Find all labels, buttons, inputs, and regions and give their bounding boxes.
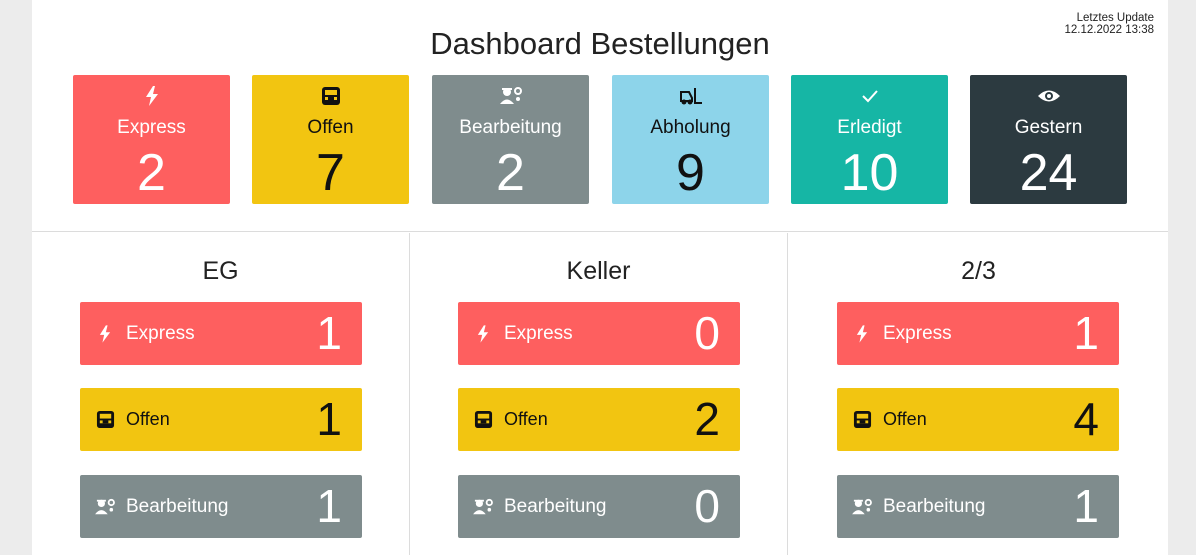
- row-count: 1: [1073, 480, 1099, 532]
- tile-label: Offen: [307, 117, 354, 138]
- tile-count: 2: [137, 144, 166, 202]
- row-offen[interactable]: Offen 4: [837, 388, 1119, 451]
- tile-offen[interactable]: Offen 7: [252, 75, 409, 204]
- row-label: Express: [126, 322, 195, 344]
- row-count: 2: [694, 393, 720, 445]
- summary-panel: Dashboard Bestellungen Letztes Update 12…: [32, 0, 1168, 232]
- bolt-icon: [73, 86, 230, 108]
- row-bearbeitung[interactable]: Bearbeitung 1: [80, 475, 362, 538]
- tile-label: Erledigt: [837, 117, 902, 138]
- location-title: Keller: [566, 257, 631, 285]
- workers-icon: [851, 496, 873, 518]
- tile-count: 2: [496, 144, 525, 202]
- row-offen[interactable]: Offen 1: [80, 388, 362, 451]
- row-count: 0: [694, 307, 720, 359]
- last-update-time: 12.12.2022 13:38: [1064, 24, 1154, 36]
- bolt-icon: [851, 323, 873, 345]
- location-2-3: 2/3 Express 1 Offen 4 Bearbeitung 1: [789, 233, 1168, 555]
- tile-label: Bearbeitung: [459, 117, 562, 138]
- tile-count: 9: [676, 144, 705, 202]
- tile-abholung[interactable]: Abholung 9: [612, 75, 769, 204]
- row-count: 1: [316, 480, 342, 532]
- tile-erledigt[interactable]: Erledigt 10: [791, 75, 948, 204]
- bolt-icon: [472, 323, 494, 345]
- last-update-label: Letztes Update: [1076, 12, 1154, 24]
- inbox-icon: [252, 86, 409, 108]
- row-offen[interactable]: Offen 2: [458, 388, 740, 451]
- workers-icon: [94, 496, 116, 518]
- check-icon: [791, 86, 948, 108]
- row-express[interactable]: Express 1: [80, 302, 362, 365]
- row-bearbeitung[interactable]: Bearbeitung 1: [837, 475, 1119, 538]
- inbox-icon: [94, 409, 116, 431]
- tile-label: Abholung: [650, 117, 731, 138]
- location-title: EG: [202, 257, 239, 285]
- row-label: Offen: [126, 409, 170, 429]
- tile-gestern[interactable]: Gestern 24: [970, 75, 1127, 204]
- workers-icon: [432, 86, 589, 108]
- tile-express[interactable]: Express 2: [73, 75, 230, 204]
- location-keller: Keller Express 0 Offen 2 Bearbeitung 0: [410, 233, 788, 555]
- row-label: Bearbeitung: [883, 495, 986, 517]
- inbox-icon: [851, 409, 873, 431]
- location-eg: EG Express 1 Offen 1 Bearbeitung 1: [32, 233, 410, 555]
- row-bearbeitung[interactable]: Bearbeitung 0: [458, 475, 740, 538]
- tile-bearbeitung[interactable]: Bearbeitung 2: [432, 75, 589, 204]
- row-count: 0: [694, 480, 720, 532]
- row-express[interactable]: Express 1: [837, 302, 1119, 365]
- row-label: Offen: [504, 409, 548, 429]
- row-label: Offen: [883, 409, 927, 429]
- row-count: 1: [316, 307, 342, 359]
- tile-count: 24: [1019, 144, 1078, 202]
- tile-label: Gestern: [1014, 117, 1083, 138]
- eye-icon: [970, 86, 1127, 108]
- tile-label: Express: [117, 117, 186, 138]
- last-update: Letztes Update 12.12.2022 13:38: [1064, 12, 1154, 36]
- row-count: 1: [1073, 307, 1099, 359]
- row-label: Bearbeitung: [126, 495, 229, 517]
- row-count: 1: [316, 393, 342, 445]
- forklift-icon: [612, 86, 769, 108]
- inbox-icon: [472, 409, 494, 431]
- workers-icon: [472, 496, 494, 518]
- row-label: Express: [504, 322, 573, 344]
- row-label: Bearbeitung: [504, 495, 607, 517]
- tile-count: 10: [840, 144, 899, 202]
- page-title: Dashboard Bestellungen: [430, 26, 770, 61]
- row-label: Express: [883, 322, 952, 344]
- row-express[interactable]: Express 0: [458, 302, 740, 365]
- location-title: 2/3: [961, 257, 996, 285]
- tile-count: 7: [316, 144, 345, 202]
- bolt-icon: [94, 323, 116, 345]
- row-count: 4: [1073, 393, 1099, 445]
- dashboard: Dashboard Bestellungen Letztes Update 12…: [32, 0, 1168, 555]
